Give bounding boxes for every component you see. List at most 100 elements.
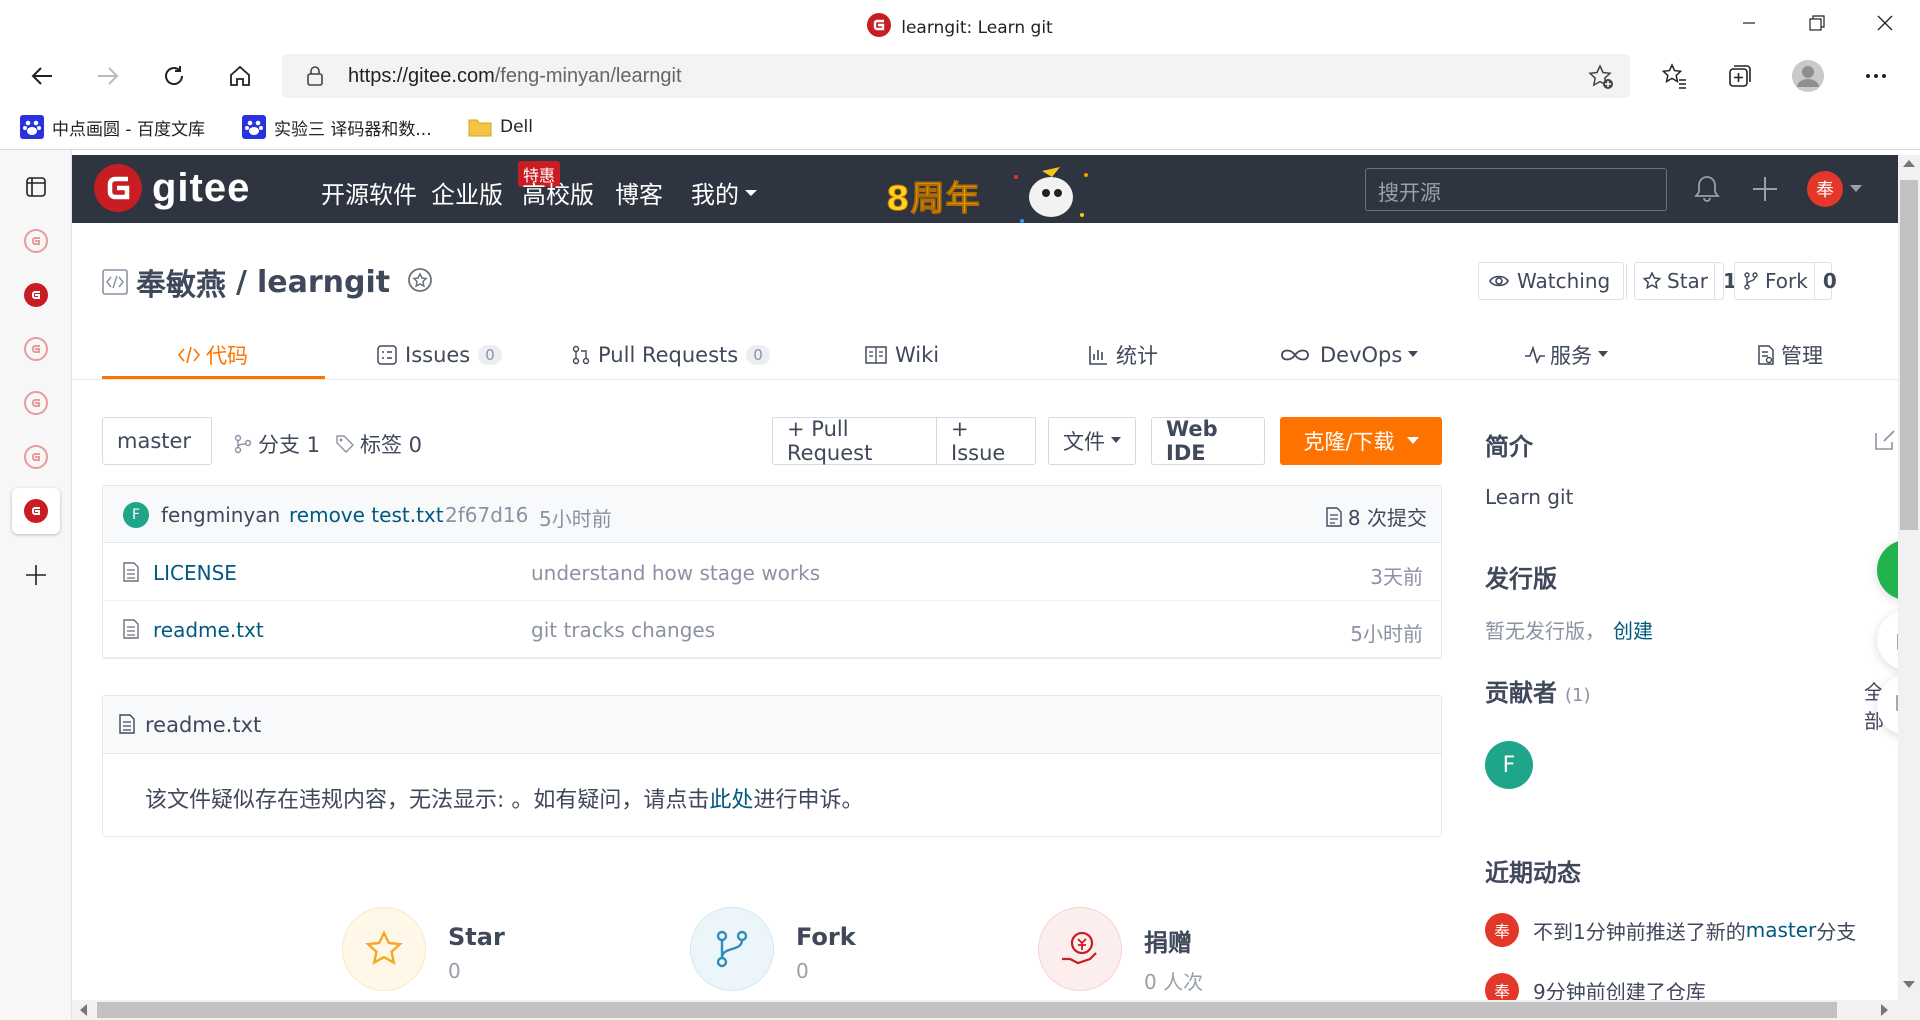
- more-menu-icon[interactable]: [1856, 56, 1896, 96]
- anniversary-banner[interactable]: 8周年: [886, 163, 1096, 227]
- restore-button[interactable]: [1794, 8, 1840, 38]
- activity-avatar[interactable]: 奉: [1485, 973, 1519, 1000]
- new-tab-button[interactable]: [12, 552, 60, 598]
- collections-icon[interactable]: [1720, 56, 1760, 96]
- tag-icon: [336, 435, 354, 453]
- contributors-heading: 贡献者 (1): [1485, 679, 1591, 707]
- eye-icon: [1479, 274, 1517, 288]
- commit-count-link[interactable]: 8 次提交: [1326, 502, 1427, 531]
- share-button[interactable]: [1877, 610, 1898, 670]
- branch-select[interactable]: master: [102, 417, 212, 465]
- fork-button[interactable]: Fork 0: [1734, 262, 1837, 300]
- create-release-link[interactable]: 创建: [1613, 619, 1653, 643]
- file-name-link[interactable]: readme.txt: [153, 618, 264, 642]
- caret-down-icon: [1406, 437, 1419, 444]
- gitee-tab-icon[interactable]: [12, 218, 60, 264]
- commits-icon: [1326, 506, 1342, 527]
- file-commit-message[interactable]: understand how stage works: [531, 561, 820, 585]
- fork-stat[interactable]: Fork 0: [690, 907, 856, 991]
- scroll-left-icon[interactable]: [78, 1004, 88, 1016]
- nav-open-source[interactable]: 开源软件: [321, 175, 417, 210]
- readme-body: 该文件疑似存在违规内容，无法显示: 。如有疑问，请点击此处进行申诉。: [145, 788, 864, 813]
- refresh-button[interactable]: [154, 56, 194, 96]
- plus-icon[interactable]: [1752, 176, 1778, 202]
- star-stat[interactable]: Star 0: [342, 907, 505, 991]
- scroll-right-icon[interactable]: [1880, 1004, 1890, 1016]
- new-issue-button[interactable]: + Issue: [936, 417, 1036, 465]
- nav-blog[interactable]: 博客: [615, 175, 663, 210]
- close-window-button[interactable]: [1862, 8, 1908, 38]
- branches-link[interactable]: 分支 1: [234, 429, 320, 459]
- nav-enterprise[interactable]: 企业版: [431, 175, 503, 210]
- bookmark-item[interactable]: Dell: [468, 114, 533, 140]
- gitee-tab-icon[interactable]: [12, 434, 60, 480]
- web-ide-button[interactable]: Web IDE: [1151, 417, 1265, 465]
- file-name-link[interactable]: LICENSE: [153, 561, 237, 585]
- user-avatar[interactable]: 奉: [1807, 171, 1843, 207]
- bar-chart-icon: [1089, 346, 1107, 365]
- bookmark-item[interactable]: 中点画圆 - 百度文库: [20, 114, 205, 140]
- tags-link[interactable]: 标签 0: [336, 429, 422, 459]
- favorites-icon[interactable]: [1654, 56, 1694, 96]
- gitee-search-input[interactable]: 搜开源: [1365, 168, 1667, 211]
- gitee-tab-icon-active[interactable]: [12, 488, 60, 534]
- help-button[interactable]: ?: [1877, 540, 1898, 600]
- tab-pull-requests[interactable]: Pull Requests 0: [572, 333, 770, 377]
- scroll-up-icon[interactable]: [1903, 158, 1915, 168]
- lock-icon[interactable]: [306, 66, 324, 86]
- gitee-tab-icon[interactable]: [12, 326, 60, 372]
- donate-stat-icon: [1038, 907, 1122, 991]
- tab-devops[interactable]: DevOps: [1280, 333, 1419, 377]
- file-list: F fengminyan remove test.txt 2f67d16 5小时…: [102, 485, 1442, 659]
- watching-button[interactable]: Watching 1: [1478, 262, 1649, 300]
- address-bar[interactable]: https://gitee.com/feng-minyan/learngit: [282, 54, 1630, 98]
- commit-author[interactable]: fengminyan: [161, 503, 280, 527]
- tab-manage[interactable]: 管理: [1757, 333, 1823, 377]
- add-favorite-icon[interactable]: [1588, 64, 1614, 90]
- branch-link[interactable]: master: [1746, 918, 1817, 942]
- back-button[interactable]: [22, 56, 62, 96]
- intro-text: Learn git: [1485, 485, 1574, 509]
- commit-author-avatar[interactable]: F: [123, 502, 149, 528]
- commit-message[interactable]: remove test.txt: [289, 503, 444, 527]
- tab-issues[interactable]: Issues 0: [377, 333, 502, 377]
- bookmark-item[interactable]: 实验三 译码器和数...: [242, 114, 432, 140]
- tab-stats[interactable]: 统计: [1088, 333, 1158, 377]
- tab-wiki[interactable]: Wiki: [865, 333, 939, 377]
- tab-actions-icon[interactable]: [12, 164, 60, 210]
- caret-down-icon: [1111, 437, 1121, 443]
- nav-mine[interactable]: 我的: [691, 175, 758, 210]
- vertical-scrollbar-thumb[interactable]: [1900, 180, 1918, 530]
- activity-avatar[interactable]: 奉: [1485, 913, 1519, 947]
- award-badge-icon[interactable]: [406, 267, 434, 297]
- commit-hash[interactable]: 2f67d16: [445, 503, 528, 527]
- file-menu-button[interactable]: 文件: [1048, 417, 1136, 465]
- tab-code[interactable]: 代码: [178, 333, 248, 377]
- horizontal-scrollbar-thumb[interactable]: [97, 1002, 1837, 1018]
- gitee-header: gitee 开源软件 企业版 特惠 高校版 博客 我的 8周年 搜开源 奉: [72, 155, 1898, 223]
- gitee-tab-icon[interactable]: [12, 380, 60, 426]
- profile-avatar[interactable]: [1788, 56, 1828, 96]
- contributor-avatar[interactable]: F: [1485, 741, 1533, 789]
- appeal-link[interactable]: 此处: [709, 788, 753, 813]
- bell-icon[interactable]: [1694, 175, 1720, 203]
- nav-education[interactable]: 高校版: [522, 175, 594, 210]
- gitee-tab-icon[interactable]: [12, 272, 60, 318]
- tab-services[interactable]: 服务: [1524, 333, 1608, 377]
- donate-stat[interactable]: 捐赠 0 人次: [1038, 907, 1203, 995]
- caret-down-icon[interactable]: [1850, 185, 1862, 193]
- caret-down-icon: [745, 189, 757, 196]
- clone-download-button[interactable]: 克隆/下载: [1280, 417, 1442, 465]
- home-button[interactable]: [220, 56, 260, 96]
- new-pull-request-button[interactable]: + Pull Request: [772, 417, 937, 465]
- forward-button[interactable]: [88, 56, 128, 96]
- edit-icon[interactable]: [1874, 429, 1896, 451]
- scroll-down-icon[interactable]: [1903, 980, 1915, 990]
- minimize-button[interactable]: [1726, 8, 1772, 38]
- repo-owner-link[interactable]: 奉敏燕: [136, 260, 226, 304]
- gitee-logo[interactable]: gitee: [94, 164, 250, 212]
- url-text[interactable]: https://gitee.com/feng-minyan/learngit: [348, 65, 682, 88]
- repo-name-link[interactable]: learngit: [257, 265, 390, 300]
- file-commit-message[interactable]: git tracks changes: [531, 618, 715, 642]
- star-button[interactable]: Star 1: [1634, 262, 1737, 300]
